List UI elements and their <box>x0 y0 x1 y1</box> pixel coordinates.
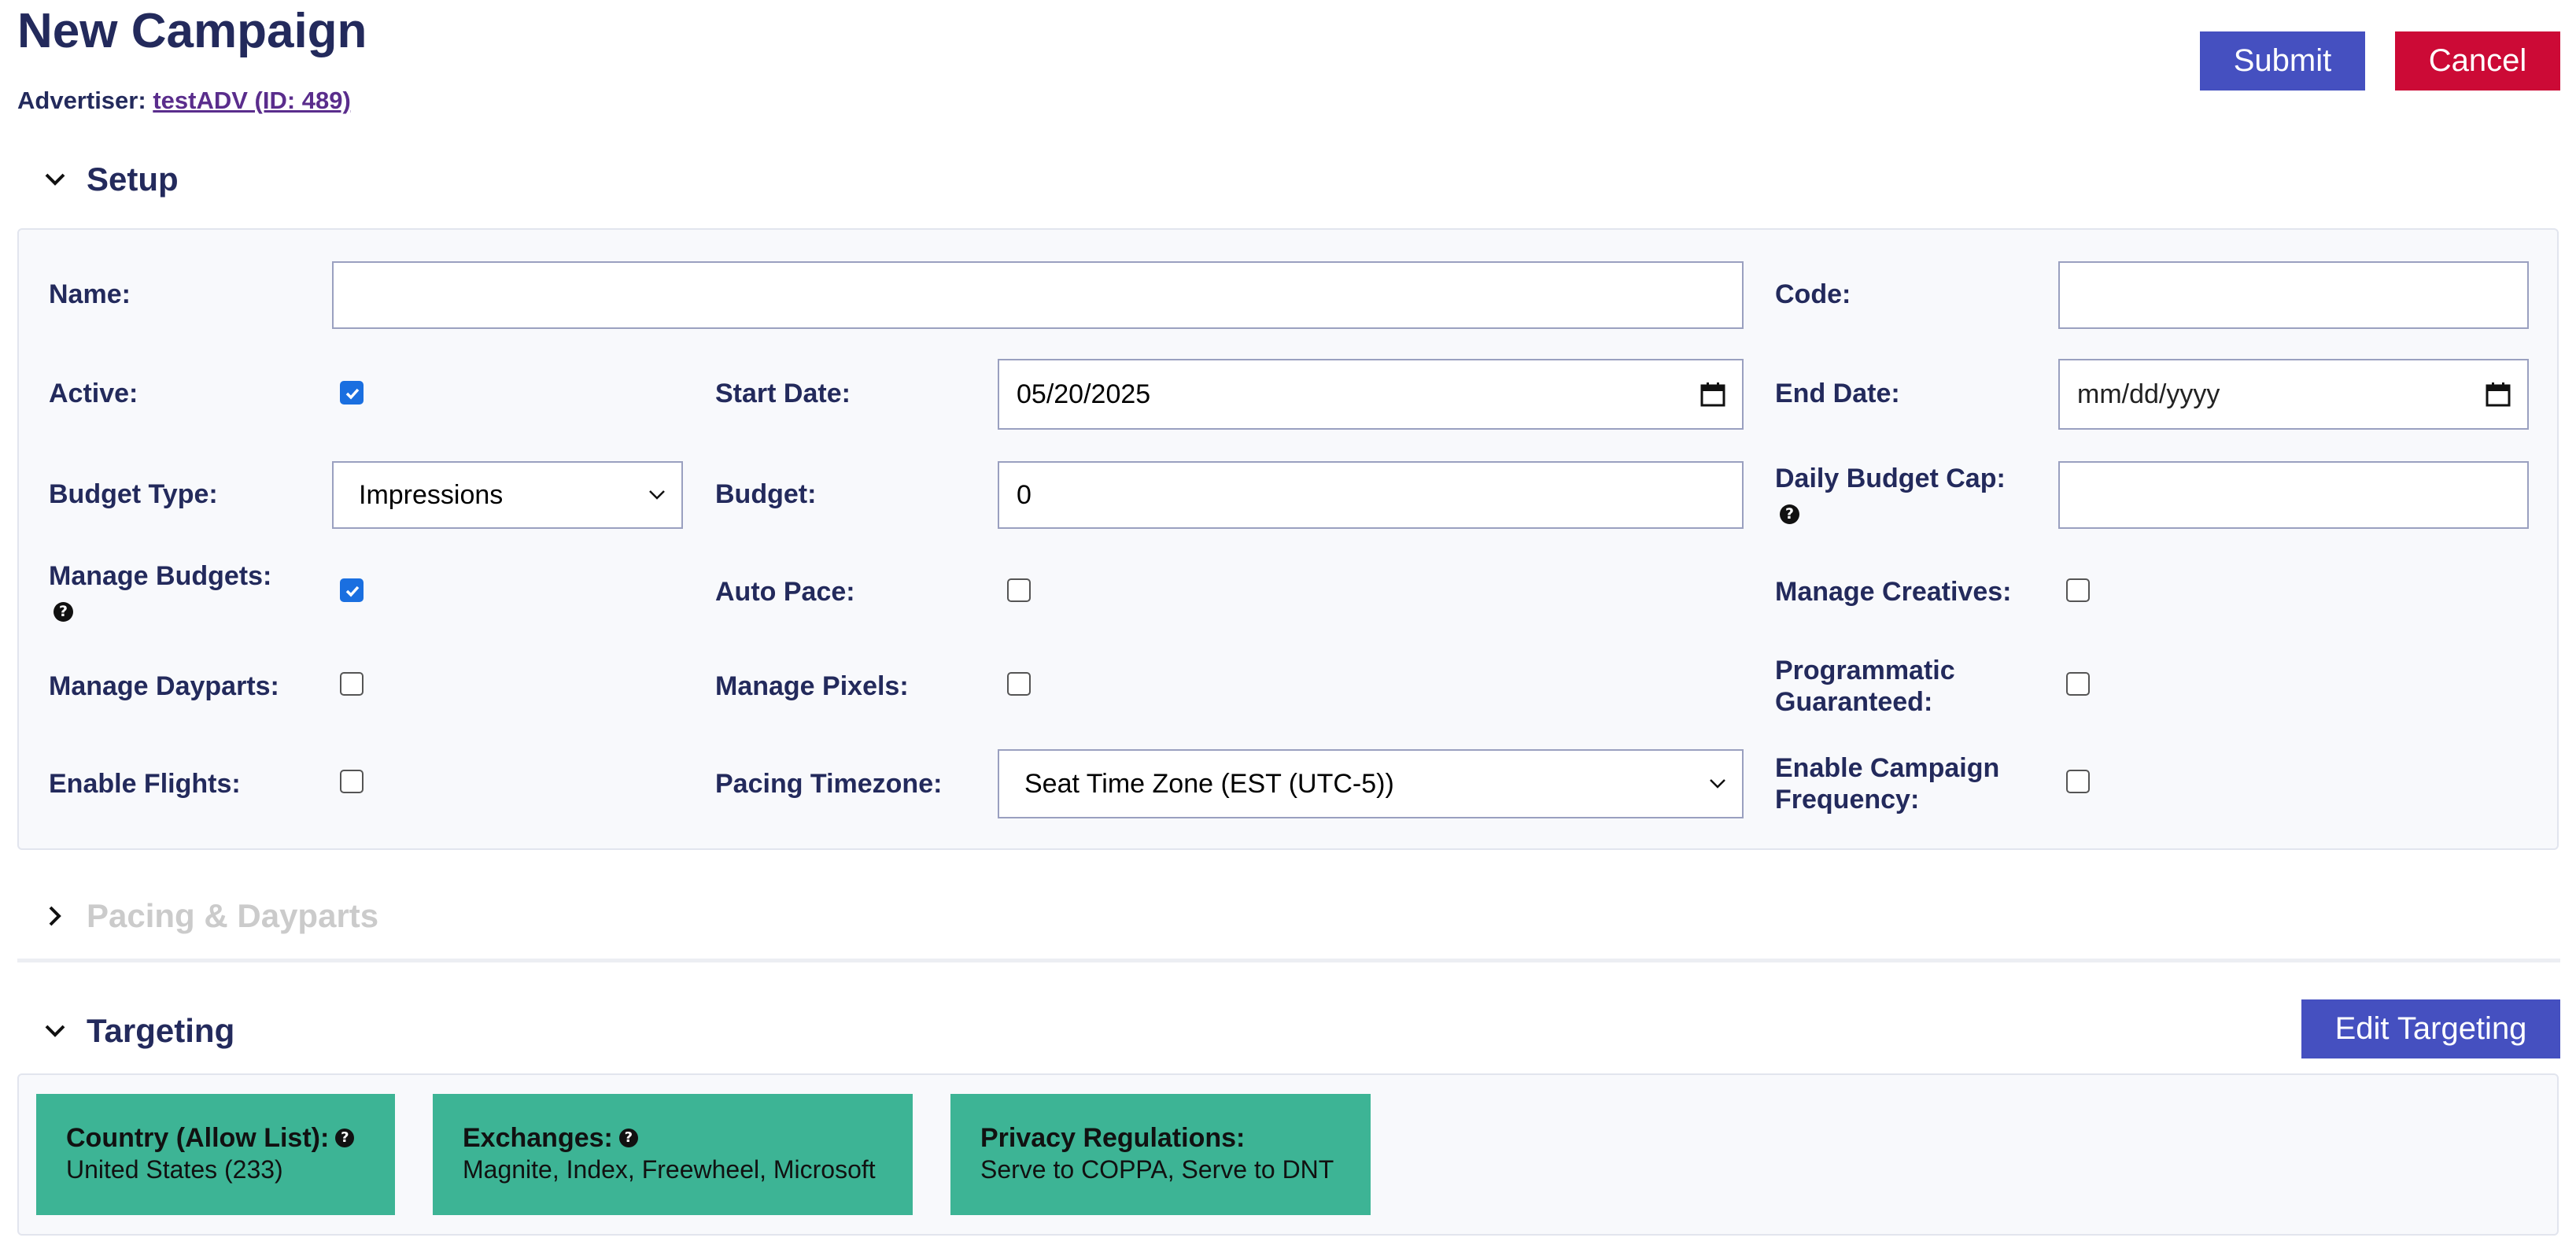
targeting-card-title: Country (Allow List): <box>66 1123 330 1153</box>
calendar-icon[interactable] <box>2485 381 2511 408</box>
manage-budgets-checkbox[interactable] <box>340 578 364 602</box>
end-date-label: End Date: <box>1775 379 1900 408</box>
programmatic-guaranteed-checkbox[interactable] <box>2066 672 2090 696</box>
manage-creatives-label: Manage Creatives: <box>1775 577 2012 607</box>
enable-flights-checkbox[interactable] <box>340 770 364 793</box>
targeting-card-privacy: Privacy Regulations: Serve to COPPA, Ser… <box>950 1094 1371 1215</box>
daily-budget-cap-text: Daily Budget Cap: <box>1775 464 2006 493</box>
enable-campaign-frequency-checkbox[interactable] <box>2066 770 2090 793</box>
code-label: Code: <box>1775 279 1851 309</box>
start-date-label: Start Date: <box>715 379 851 408</box>
chevron-down-icon <box>39 1015 71 1047</box>
manage-budgets-label: Manage Budgets: ? <box>49 560 271 623</box>
manage-budgets-text: Manage Budgets: <box>49 561 272 591</box>
submit-button[interactable]: Submit <box>2200 31 2365 91</box>
start-date-value: 05/20/2025 <box>1017 379 1151 409</box>
enable-campaign-frequency-label: Enable Campaign Frequency: <box>1775 752 1999 815</box>
chevron-right-icon <box>39 900 71 932</box>
auto-pace-checkbox[interactable] <box>1007 578 1031 602</box>
manage-pixels-label: Manage Pixels: <box>715 671 909 701</box>
advertiser-label: Advertiser: <box>17 87 146 114</box>
budget-input[interactable]: 0 <box>998 461 1744 529</box>
targeting-card-title: Privacy Regulations: <box>980 1123 1246 1153</box>
page-title: New Campaign <box>17 4 367 58</box>
chevron-down-icon <box>648 490 666 501</box>
budget-label: Budget: <box>715 479 817 509</box>
end-date-placeholder: mm/dd/yyyy <box>2077 379 2220 409</box>
section-title-pacing-dayparts: Pacing & Dayparts <box>87 897 379 934</box>
manage-dayparts-label: Manage Dayparts: <box>49 671 279 701</box>
enable-campaign-frequency-line1: Enable Campaign <box>1775 753 2000 783</box>
section-toggle-setup[interactable]: Setup <box>39 161 179 198</box>
section-toggle-pacing-dayparts[interactable]: Pacing & Dayparts <box>39 897 378 935</box>
budget-type-value: Impressions <box>359 479 504 510</box>
chevron-down-icon <box>39 164 71 195</box>
targeting-card-value: Magnite, Index, Freewheel, Microsoft <box>463 1155 876 1184</box>
daily-budget-cap-label: Daily Budget Cap: ? <box>1775 463 2006 526</box>
pacing-timezone-value: Seat Time Zone (EST (UTC-5)) <box>1024 768 1394 799</box>
budget-type-label: Budget Type: <box>49 479 218 509</box>
manage-pixels-checkbox[interactable] <box>1007 672 1031 696</box>
targeting-card-country: Country (Allow List): ? United States (2… <box>36 1094 395 1215</box>
cancel-button[interactable]: Cancel <box>2395 31 2560 91</box>
programmatic-guaranteed-label: Programmatic Guaranteed: <box>1775 655 1955 718</box>
code-input[interactable] <box>2058 261 2529 329</box>
name-input[interactable] <box>332 261 1744 329</box>
active-label: Active: <box>49 379 138 408</box>
help-icon[interactable]: ? <box>618 1129 638 1147</box>
targeting-card-title: Exchanges: <box>463 1123 613 1153</box>
pacing-timezone-select[interactable]: Seat Time Zone (EST (UTC-5)) <box>998 749 1744 818</box>
edit-targeting-button[interactable]: Edit Targeting <box>2301 999 2560 1058</box>
calendar-icon[interactable] <box>1699 381 1726 408</box>
chevron-down-icon <box>1709 778 1726 789</box>
targeting-card-value: United States (233) <box>66 1155 283 1184</box>
start-date-input[interactable]: 05/20/2025 <box>998 359 1744 430</box>
end-date-input[interactable]: mm/dd/yyyy <box>2058 359 2529 430</box>
daily-budget-cap-input[interactable] <box>2058 461 2529 529</box>
advertiser-info: Advertiser: testADV (ID: 489) <box>17 87 351 115</box>
help-icon[interactable]: ? <box>54 602 73 622</box>
programmatic-guaranteed-line1: Programmatic <box>1775 656 1955 685</box>
pacing-timezone-label: Pacing Timezone: <box>715 769 943 799</box>
manage-dayparts-checkbox[interactable] <box>340 672 364 696</box>
help-icon[interactable]: ? <box>1780 504 1799 524</box>
advertiser-link[interactable]: testADV (ID: 489) <box>153 87 351 114</box>
section-divider <box>17 959 2560 962</box>
section-title-targeting: Targeting <box>87 1012 235 1049</box>
auto-pace-label: Auto Pace: <box>715 577 855 607</box>
targeting-card-value: Serve to COPPA, Serve to DNT <box>980 1155 1334 1184</box>
programmatic-guaranteed-line2: Guaranteed: <box>1775 687 1933 717</box>
section-title-setup: Setup <box>87 161 179 198</box>
name-label: Name: <box>49 279 131 309</box>
help-icon[interactable]: ? <box>335 1129 355 1147</box>
section-toggle-targeting[interactable]: Targeting <box>39 1012 234 1050</box>
manage-creatives-checkbox[interactable] <box>2066 578 2090 602</box>
enable-flights-label: Enable Flights: <box>49 769 241 799</box>
budget-type-select[interactable]: Impressions <box>332 461 683 529</box>
active-checkbox[interactable] <box>340 381 364 405</box>
enable-campaign-frequency-line2: Frequency: <box>1775 785 1920 815</box>
targeting-card-exchanges: Exchanges: ? Magnite, Index, Freewheel, … <box>433 1094 913 1215</box>
